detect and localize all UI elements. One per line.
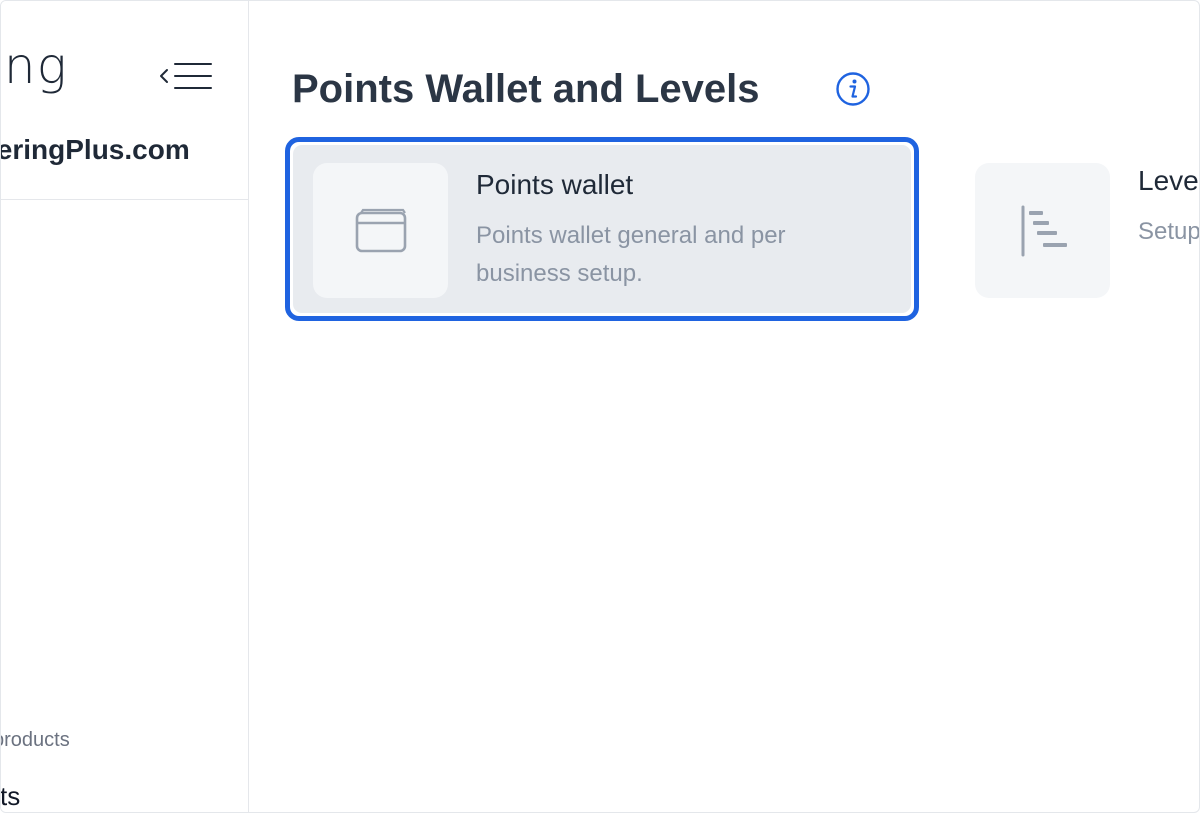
app-window: ing leringPlus.com e products cts Points…	[0, 0, 1200, 813]
points-wallet-description: Points wallet general and per business s…	[476, 222, 786, 287]
levels-card[interactable]: Leve Setup your	[975, 163, 1200, 303]
sidebar-section-label: products	[1, 729, 70, 751]
collapse-menu-icon	[160, 63, 212, 89]
page-title: Points Wallet and Levels	[292, 67, 760, 111]
info-button[interactable]	[835, 71, 871, 107]
collapse-menu-button[interactable]	[157, 59, 215, 95]
brand-domain: leringPlus.com	[1, 134, 190, 165]
points-wallet-icon-box	[313, 163, 448, 298]
info-icon	[836, 72, 870, 106]
sidebar-item-bottom[interactable]: cts	[1, 781, 20, 812]
levels-icon	[1021, 205, 1067, 256]
sidebar-divider	[1, 199, 248, 200]
sidebar: ing leringPlus.com e products cts	[1, 1, 249, 812]
points-wallet-card[interactable]: Points wallet Points wallet general and …	[285, 137, 919, 321]
levels-title: Leve	[1138, 165, 1199, 196]
levels-icon-box	[975, 163, 1110, 298]
wallet-icon	[355, 208, 406, 252]
levels-description: Setup your	[1138, 218, 1200, 245]
brand-logo: ing	[1, 37, 68, 95]
points-wallet-card-body: Points wallet Points wallet general and …	[293, 145, 911, 313]
points-wallet-title: Points wallet	[476, 169, 634, 200]
